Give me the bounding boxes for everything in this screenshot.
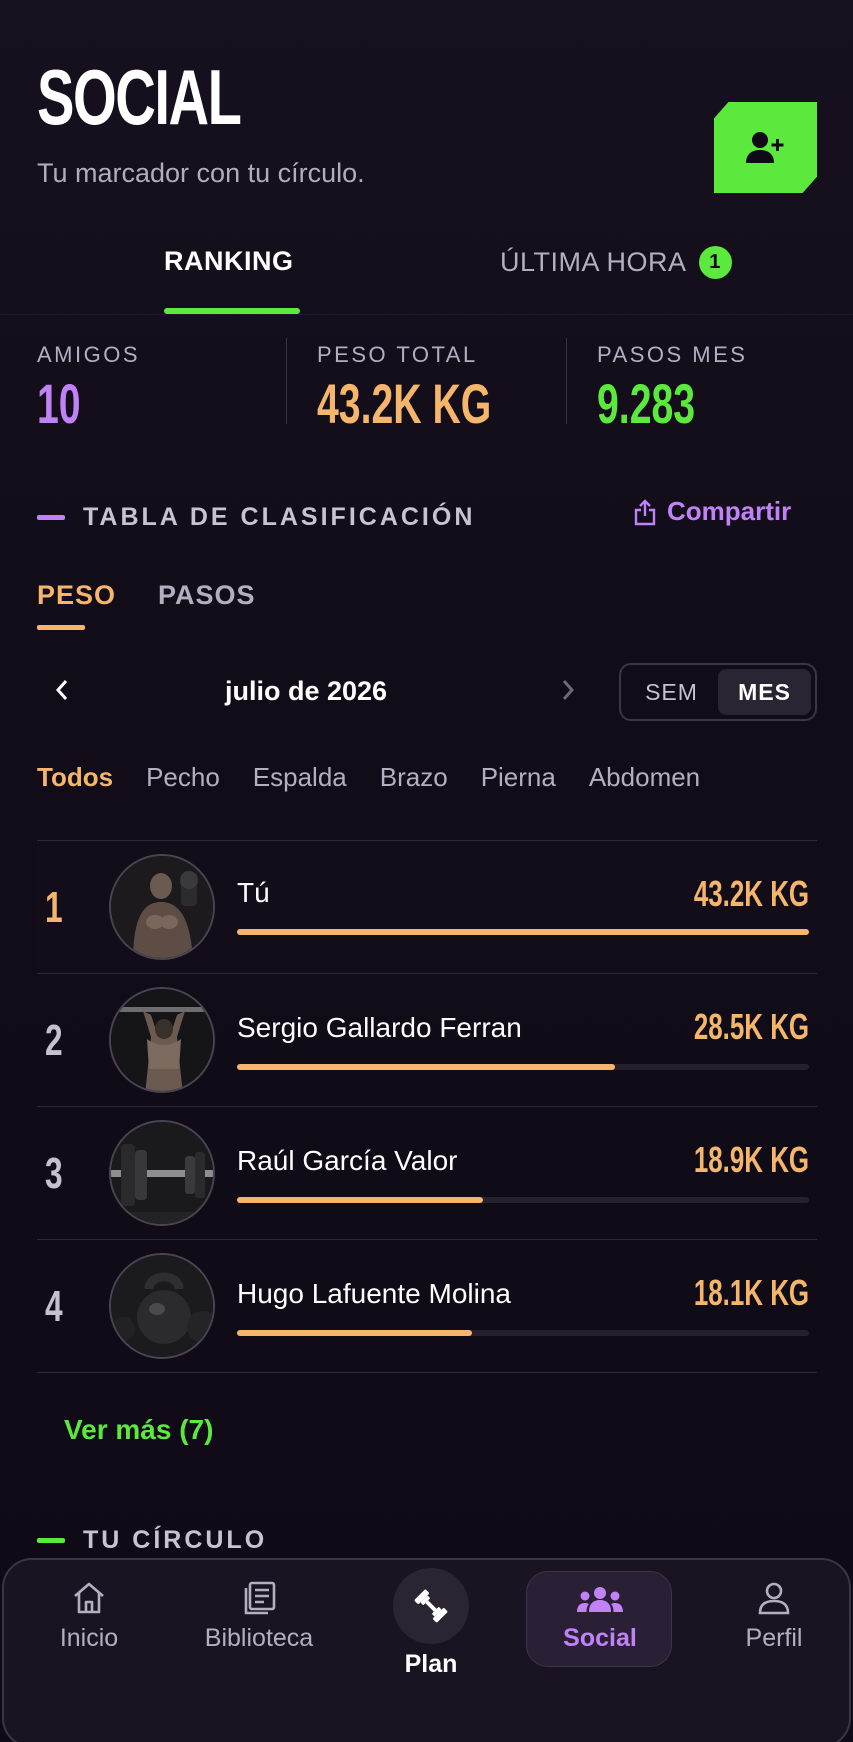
player-value: 43.2K KG bbox=[693, 873, 809, 914]
tab-ultima-hora-label: ÚLTIMA HORA bbox=[500, 247, 687, 277]
range-option-sem[interactable]: SEM bbox=[625, 669, 718, 715]
chevron-left-icon bbox=[55, 680, 68, 700]
filter-espalda[interactable]: Espalda bbox=[253, 762, 347, 793]
tab-ultima-hora[interactable]: ÚLTIMA HORA 1 bbox=[500, 246, 732, 279]
avatar bbox=[109, 1120, 215, 1226]
leaderboard-row[interactable]: 1 Tú 43.2K KG bbox=[37, 840, 817, 973]
rank-number: 4 bbox=[45, 1282, 63, 1331]
share-icon bbox=[634, 498, 656, 525]
rank-number: 3 bbox=[45, 1149, 63, 1198]
filter-pecho[interactable]: Pecho bbox=[146, 762, 220, 793]
range-toggle: SEM MES bbox=[619, 663, 817, 721]
add-user-icon bbox=[745, 131, 783, 163]
stat-label: PASOS MES bbox=[597, 342, 748, 367]
nav-label: Inicio bbox=[59, 1624, 119, 1652]
rank-number: 1 bbox=[45, 883, 63, 932]
filter-abdomen[interactable]: Abdomen bbox=[589, 762, 700, 793]
progress-track bbox=[237, 929, 809, 935]
home-icon bbox=[74, 1582, 104, 1614]
stat-pasos-mes: PASOS MES 9.283 bbox=[597, 342, 747, 432]
add-friend-button[interactable] bbox=[714, 102, 817, 193]
notification-badge: 1 bbox=[698, 246, 732, 279]
player-name: Hugo Lafuente Molina bbox=[237, 1278, 511, 1309]
player-name: Raúl García Valor bbox=[237, 1145, 458, 1176]
plan-icon-circle bbox=[393, 1568, 469, 1644]
metric-tab-indicator bbox=[37, 625, 85, 630]
rank-number: 2 bbox=[45, 1016, 63, 1065]
avatar bbox=[109, 854, 215, 960]
see-more-link[interactable]: Ver más (7) bbox=[64, 1414, 213, 1446]
bottom-nav: Inicio Biblioteca Plan Social Perfil bbox=[2, 1558, 851, 1742]
leaderboard-section-header: TABLA DE CLASIFICACIÓN bbox=[37, 503, 475, 532]
player-value: 28.5K KG bbox=[693, 1006, 809, 1047]
nav-item-social-content: Social bbox=[527, 1586, 673, 1653]
circle-section-header: TU CÍRCULO bbox=[37, 1526, 267, 1555]
avatar bbox=[109, 987, 215, 1093]
progress-fill bbox=[237, 1064, 615, 1070]
page-subtitle: Tu marcador con tu círculo. bbox=[37, 158, 365, 188]
people-icon bbox=[577, 1587, 623, 1612]
stat-value: 9.283 bbox=[597, 372, 696, 435]
dumbbell-icon bbox=[414, 1589, 448, 1623]
metric-tab-peso[interactable]: PESO bbox=[37, 580, 116, 611]
period-label: julio de 2026 bbox=[225, 676, 388, 706]
section-accent bbox=[37, 1538, 65, 1543]
next-period-button[interactable] bbox=[558, 676, 578, 709]
filter-todos[interactable]: Todos bbox=[37, 762, 113, 793]
player-value: 18.9K KG bbox=[693, 1139, 809, 1180]
stat-divider bbox=[286, 338, 287, 424]
metric-tab-pasos[interactable]: PASOS bbox=[158, 580, 256, 611]
stat-label: AMIGOS bbox=[37, 342, 141, 367]
chevron-right-icon bbox=[562, 680, 575, 700]
filter-brazo[interactable]: Brazo bbox=[380, 762, 448, 793]
table-divider bbox=[37, 1372, 817, 1373]
stat-value: 10 bbox=[37, 372, 81, 435]
section-title: TU CÍRCULO bbox=[83, 1526, 268, 1554]
progress-fill bbox=[237, 1330, 472, 1336]
share-button[interactable]: Compartir bbox=[633, 496, 791, 527]
nav-label: Social bbox=[563, 1624, 637, 1652]
share-label: Compartir bbox=[667, 496, 792, 526]
leaderboard-row[interactable]: 2 Sergio Gallardo Ferran 28.5K KG bbox=[37, 973, 817, 1106]
leaderboard-table: 1 Tú 43.2K KG 2 Sergio Gallardo Ferran 2… bbox=[37, 840, 817, 1373]
muscle-filter-bar: Todos Pecho Espalda Brazo Pierna Abdomen bbox=[37, 762, 733, 793]
tabs-divider bbox=[0, 314, 853, 315]
stat-amigos: AMIGOS 10 bbox=[37, 342, 140, 432]
filter-pierna[interactable]: Pierna bbox=[481, 762, 556, 793]
leaderboard-row[interactable]: 4 Hugo Lafuente Molina 18.1K KG bbox=[37, 1239, 817, 1372]
stat-value: 43.2K KG bbox=[317, 372, 492, 435]
player-value: 18.1K KG bbox=[693, 1272, 809, 1313]
nav-label: Biblioteca bbox=[204, 1624, 314, 1652]
nav-item-perfil[interactable]: Perfil bbox=[729, 1580, 819, 1653]
previous-period-button[interactable] bbox=[52, 676, 72, 709]
user-icon bbox=[758, 1582, 790, 1615]
progress-track bbox=[237, 1064, 809, 1070]
nav-item-inicio[interactable]: Inicio bbox=[54, 1580, 124, 1653]
nav-item-social[interactable]: Social bbox=[526, 1571, 672, 1667]
stat-divider bbox=[566, 338, 567, 424]
nav-label: Plan bbox=[404, 1650, 458, 1678]
stat-peso-total: PESO TOTAL 43.2K KG bbox=[317, 342, 566, 432]
page-title: SOCIAL bbox=[37, 53, 242, 141]
avatar bbox=[109, 1253, 215, 1359]
leaderboard-row[interactable]: 3 Raúl García Valor 18.9K KG bbox=[37, 1106, 817, 1239]
player-name: Tú bbox=[237, 877, 270, 908]
player-name: Sergio Gallardo Ferran bbox=[237, 1012, 522, 1043]
tab-ranking[interactable]: RANKING bbox=[164, 246, 294, 277]
nav-item-plan[interactable]: Plan bbox=[391, 1568, 471, 1679]
nav-label: Perfil bbox=[745, 1624, 803, 1652]
range-option-mes[interactable]: MES bbox=[718, 669, 811, 715]
section-accent bbox=[37, 515, 65, 520]
section-title: TABLA DE CLASIFICACIÓN bbox=[83, 503, 476, 531]
stat-label: PESO TOTAL bbox=[317, 342, 478, 367]
progress-fill bbox=[237, 1197, 483, 1203]
progress-fill bbox=[237, 929, 809, 935]
library-icon bbox=[244, 1581, 276, 1615]
progress-track bbox=[237, 1330, 809, 1336]
progress-track bbox=[237, 1197, 809, 1203]
nav-item-biblioteca[interactable]: Biblioteca bbox=[194, 1580, 324, 1653]
